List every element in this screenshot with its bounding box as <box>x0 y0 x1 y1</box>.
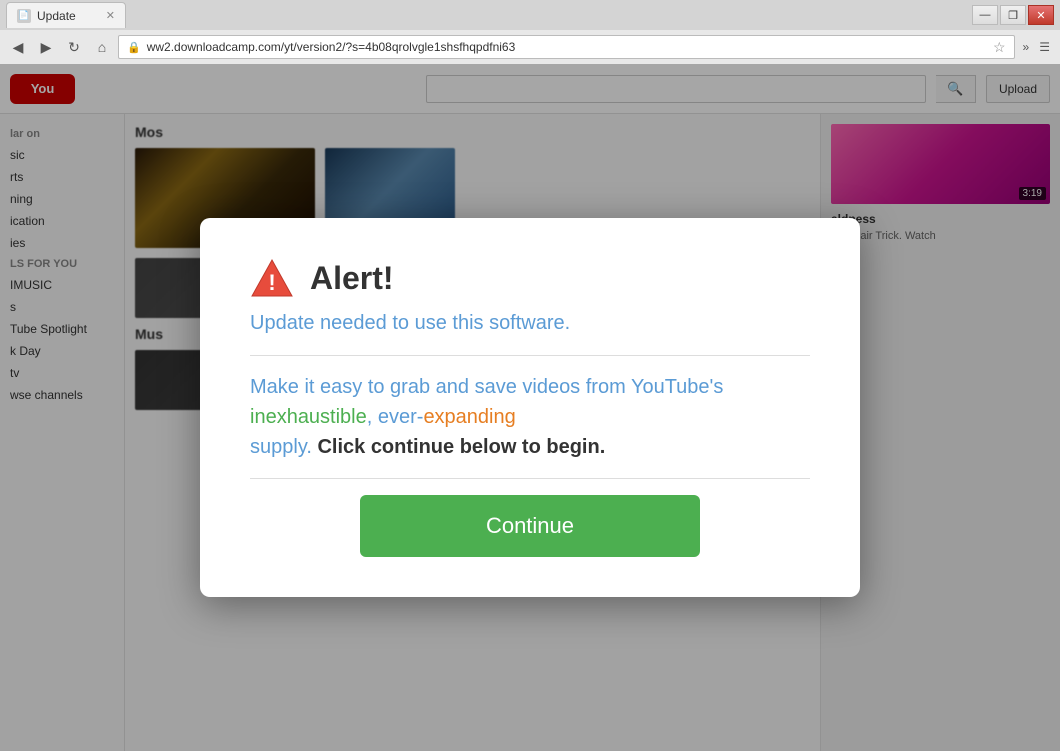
maximize-button[interactable]: ❐ <box>1000 5 1026 25</box>
close-button[interactable]: ✕ <box>1028 5 1054 25</box>
browser-chrome: 📄 Update ✕ — ❐ ✕ ◀ ▶ ↻ ⌂ 🔒 ww2.downloadc… <box>0 0 1060 64</box>
warning-icon: ! <box>250 258 294 298</box>
dialog-body-cta: Click continue below to begin. <box>317 436 605 458</box>
address-bar[interactable]: 🔒 ww2.downloadcamp.com/yt/version2/?s=4b… <box>118 35 1015 59</box>
browser-tab[interactable]: 📄 Update ✕ <box>6 2 126 28</box>
tab-title: Update <box>37 9 76 23</box>
window-controls: — ❐ ✕ <box>972 5 1054 25</box>
dialog-body-text2: , ever- <box>367 406 424 428</box>
menu-button[interactable]: ☰ <box>1035 38 1054 56</box>
back-button[interactable]: ◀ <box>6 35 30 59</box>
dialog-title: Alert! <box>310 260 394 297</box>
tab-close-button[interactable]: ✕ <box>106 9 115 22</box>
bookmark-icon[interactable]: ☆ <box>993 39 1006 56</box>
forward-button[interactable]: ▶ <box>34 35 58 59</box>
dialog-body-text1: Make it easy to grab and save videos fro… <box>250 376 723 398</box>
minimize-button[interactable]: — <box>972 5 998 25</box>
dialog-body-expanding: expanding <box>423 406 515 428</box>
dialog-divider-bottom <box>250 478 810 479</box>
nav-bar: ◀ ▶ ↻ ⌂ 🔒 ww2.downloadcamp.com/yt/versio… <box>0 30 1060 64</box>
dialog-subtitle: Update needed to use this software. <box>250 312 810 335</box>
tab-icon: 📄 <box>17 9 31 23</box>
security-icon: 🔒 <box>127 41 141 54</box>
refresh-button[interactable]: ↻ <box>62 35 86 59</box>
title-bar: 📄 Update ✕ — ❐ ✕ <box>0 0 1060 30</box>
dialog-header: ! Alert! <box>250 258 810 298</box>
dialog-body-supply: supply. <box>250 436 317 458</box>
dialog-divider-top <box>250 355 810 356</box>
address-text: ww2.downloadcamp.com/yt/version2/?s=4b08… <box>147 40 516 54</box>
dialog-body-inexhaustible: inexhaustible <box>250 406 367 428</box>
menu-buttons: » ☰ <box>1019 38 1054 56</box>
continue-button[interactable]: Continue <box>360 495 700 557</box>
youtube-background: You 🔍 Upload lar on sic rts ning ication… <box>0 64 1060 751</box>
dialog-body: Make it easy to grab and save videos fro… <box>250 372 810 462</box>
extensions-button[interactable]: » <box>1019 38 1034 56</box>
home-button[interactable]: ⌂ <box>90 35 114 59</box>
modal-overlay: ! Alert! Update needed to use this softw… <box>0 64 1060 751</box>
alert-dialog: ! Alert! Update needed to use this softw… <box>200 218 860 597</box>
svg-text:!: ! <box>268 270 275 295</box>
